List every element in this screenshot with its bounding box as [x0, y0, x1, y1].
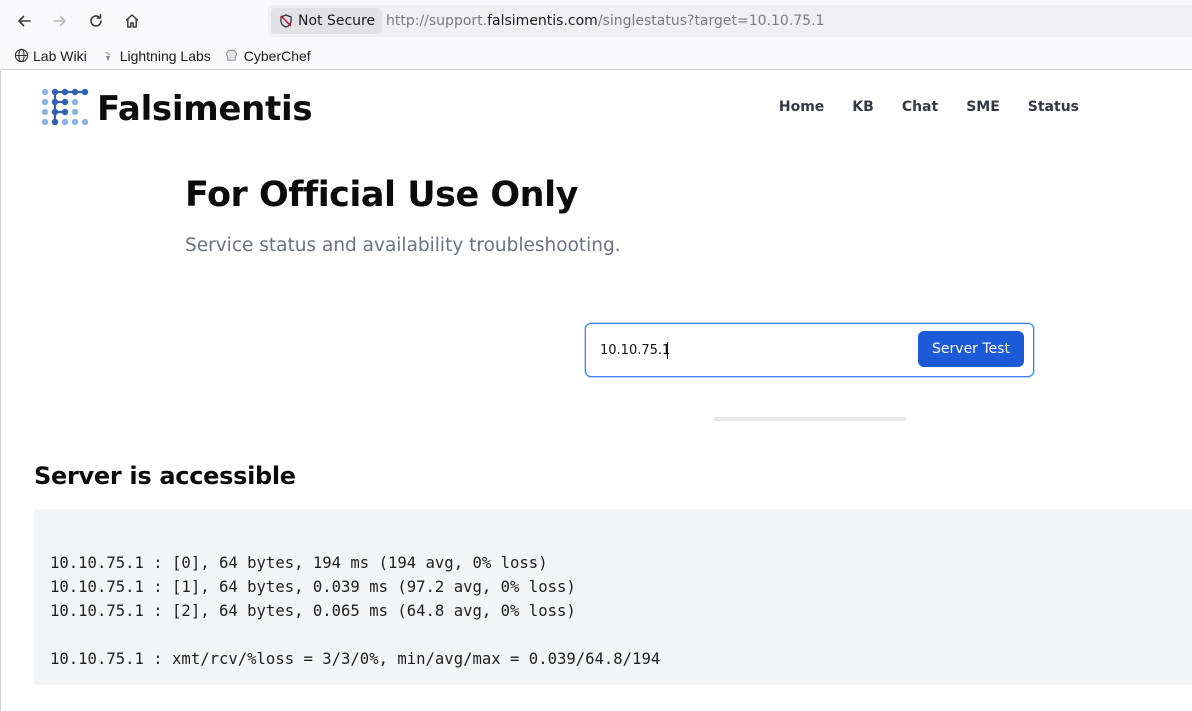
- result-heading: Server is accessible: [34, 462, 296, 490]
- bookmark-lightning-labs[interactable]: Lightning Labs: [100, 48, 211, 64]
- ping-line: 10.10.75.1 : [1], 64 bytes, 0.039 ms (97…: [50, 578, 576, 596]
- url-domain: falsimentis.com: [487, 13, 598, 29]
- nav-sme[interactable]: SME: [966, 99, 1000, 115]
- back-arrow-icon[interactable]: [12, 9, 36, 33]
- ping-line: 10.10.75.1 : [0], 64 bytes, 194 ms (194 …: [50, 554, 548, 572]
- page-subtitle: Service status and availability troubles…: [185, 235, 621, 256]
- home-icon[interactable]: [120, 9, 144, 33]
- url-bar[interactable]: Not Secure http://support.falsimentis.co…: [268, 5, 1192, 37]
- server-test-form: Server Test: [585, 323, 1034, 377]
- not-secure-badge[interactable]: Not Secure: [271, 8, 382, 34]
- bookmark-cyberchef[interactable]: CyberChef: [224, 48, 311, 64]
- ping-output: 10.10.75.1 : [0], 64 bytes, 194 ms (194 …: [34, 509, 1192, 685]
- bookmarks-bar: Lab Wiki Lightning Labs CyberChef: [0, 42, 1192, 70]
- page-title: For Official Use Only: [185, 175, 578, 215]
- url-prefix: http://support.: [386, 13, 488, 29]
- reload-icon[interactable]: [84, 9, 108, 33]
- bookmark-lab-wiki[interactable]: Lab Wiki: [13, 48, 87, 64]
- bookmark-label: CyberChef: [243, 47, 311, 64]
- server-test-button[interactable]: Server Test: [918, 331, 1024, 367]
- site-navigation: Home KB Chat SME Status: [751, 99, 1079, 115]
- globe-icon: [13, 48, 29, 64]
- browser-toolbar: Not Secure http://support.falsimentis.co…: [0, 0, 1192, 42]
- ping-summary: 10.10.75.1 : xmt/rcv/%loss = 3/3/0%, min…: [50, 650, 661, 668]
- nav-home[interactable]: Home: [779, 99, 824, 115]
- security-label: Not Secure: [298, 13, 376, 29]
- bookmark-label: Lightning Labs: [119, 47, 211, 64]
- lightning-labs-icon: [100, 48, 116, 64]
- url-path: /singlestatus?target=10.10.75.1: [597, 13, 825, 29]
- chef-hat-icon: [224, 48, 240, 64]
- insecure-shield-icon: [279, 14, 293, 28]
- target-input[interactable]: [600, 338, 910, 362]
- text-caret: [667, 342, 668, 359]
- brand-name: Falsimentis: [97, 89, 313, 129]
- output-spacer: [50, 623, 1192, 647]
- nav-chat[interactable]: Chat: [902, 99, 938, 115]
- falsimentis-logo-icon: [41, 88, 89, 130]
- divider: [714, 417, 906, 421]
- nav-status[interactable]: Status: [1028, 99, 1079, 115]
- forward-arrow-icon[interactable]: [48, 9, 72, 33]
- bookmark-label: Lab Wiki: [33, 47, 87, 64]
- nav-kb[interactable]: KB: [852, 99, 874, 115]
- ping-line: 10.10.75.1 : [2], 64 bytes, 0.065 ms (64…: [50, 602, 576, 620]
- brand-logo-link[interactable]: Falsimentis: [41, 88, 313, 130]
- web-page: Falsimentis Home KB Chat SME Status For …: [0, 71, 1192, 711]
- url-text[interactable]: http://support.falsimentis.com/singlesta…: [386, 5, 824, 37]
